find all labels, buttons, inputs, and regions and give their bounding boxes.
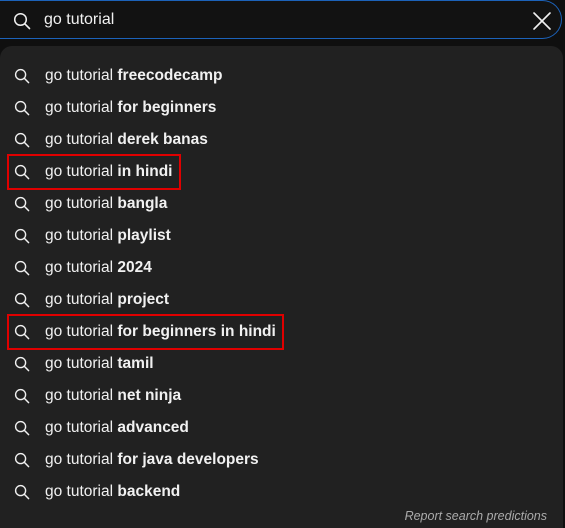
suggestion-suffix: 2024 [117,259,152,276]
search-input[interactable] [44,1,514,38]
suggestion-text: go tutorial derek banas [45,124,208,156]
suggestion-suffix: for beginners [117,99,217,116]
search-icon [14,324,30,340]
suggestion-suffix: backend [117,483,181,500]
suggestion-text: go tutorial net ninja [45,380,181,412]
search-icon [14,228,30,244]
suggestion-prefix: go tutorial [45,387,118,404]
suggestion-suffix: project [117,291,170,308]
suggestion-text: go tutorial in hindi [45,156,173,188]
suggestion-suffix: freecodecamp [117,67,223,84]
suggestion-suffix: bangla [117,195,168,212]
suggestion-text: go tutorial for beginners [45,92,216,124]
suggestion-suffix: net ninja [117,387,182,404]
suggestion-prefix: go tutorial [45,227,118,244]
suggestion-text: go tutorial backend [45,476,180,508]
suggestion-item[interactable]: go tutorial in hindi [0,156,563,188]
suggestion-text: go tutorial project [45,284,169,316]
suggestion-suffix: for java developers [117,451,259,468]
suggestion-prefix: go tutorial [45,451,118,468]
report-search-predictions-link[interactable]: Report search predictions [405,509,547,523]
search-icon [14,164,30,180]
suggestion-prefix: go tutorial [45,99,118,116]
search-icon [14,260,30,276]
suggestion-suffix: for beginners in hindi [117,323,276,340]
suggestion-prefix: go tutorial [45,355,118,372]
suggestion-prefix: go tutorial [45,195,118,212]
search-icon [14,100,30,116]
suggestion-suffix: playlist [117,227,171,244]
suggestion-item[interactable]: go tutorial derek banas [0,124,563,156]
suggestion-suffix: advanced [117,419,189,436]
suggestion-text: go tutorial for java developers [45,444,259,476]
suggestion-text: go tutorial freecodecamp [45,60,223,92]
suggestion-item[interactable]: go tutorial 2024 [0,252,563,284]
suggestion-prefix: go tutorial [45,163,118,180]
suggestion-item[interactable]: go tutorial project [0,284,563,316]
search-icon [14,452,30,468]
search-icon [14,196,30,212]
suggestion-prefix: go tutorial [45,259,118,276]
suggestion-list: go tutorial freecodecamp go tutorial for … [0,60,563,508]
search-icon [14,356,30,372]
suggestion-text: go tutorial advanced [45,412,189,444]
suggestion-prefix: go tutorial [45,131,118,148]
search-icon [13,12,31,30]
search-icon [14,484,30,500]
suggestion-item[interactable]: go tutorial net ninja [0,380,563,412]
suggestion-item[interactable]: go tutorial for java developers [0,444,563,476]
suggestion-text: go tutorial playlist [45,220,171,252]
suggestion-suffix: in hindi [117,163,173,180]
close-icon[interactable] [531,10,553,32]
suggestion-item[interactable]: go tutorial bangla [0,188,563,220]
search-icon [14,388,30,404]
search-icon [14,292,30,308]
suggestion-prefix: go tutorial [45,419,118,436]
suggestion-item[interactable]: go tutorial freecodecamp [0,60,563,92]
suggestion-item[interactable]: go tutorial backend [0,476,563,508]
suggestion-prefix: go tutorial [45,483,118,500]
suggestion-item[interactable]: go tutorial for beginners [0,92,563,124]
suggestion-text: go tutorial bangla [45,188,167,220]
suggestion-prefix: go tutorial [45,291,118,308]
suggestion-item[interactable]: go tutorial advanced [0,412,563,444]
suggestion-prefix: go tutorial [45,67,118,84]
suggestion-suffix: tamil [117,355,154,372]
suggestion-item[interactable]: go tutorial tamil [0,348,563,380]
suggestions-dropdown: go tutorial freecodecamp go tutorial for … [0,46,563,528]
search-bar[interactable] [0,0,562,39]
search-icon [14,132,30,148]
suggestion-prefix: go tutorial [45,323,118,340]
suggestion-item[interactable]: go tutorial for beginners in hindi [0,316,563,348]
suggestion-item[interactable]: go tutorial playlist [0,220,563,252]
suggestion-text: go tutorial 2024 [45,252,152,284]
suggestion-suffix: derek banas [117,131,208,148]
suggestion-text: go tutorial for beginners in hindi [45,316,276,348]
search-icon [14,420,30,436]
search-icon [14,68,30,84]
suggestion-text: go tutorial tamil [45,348,154,380]
